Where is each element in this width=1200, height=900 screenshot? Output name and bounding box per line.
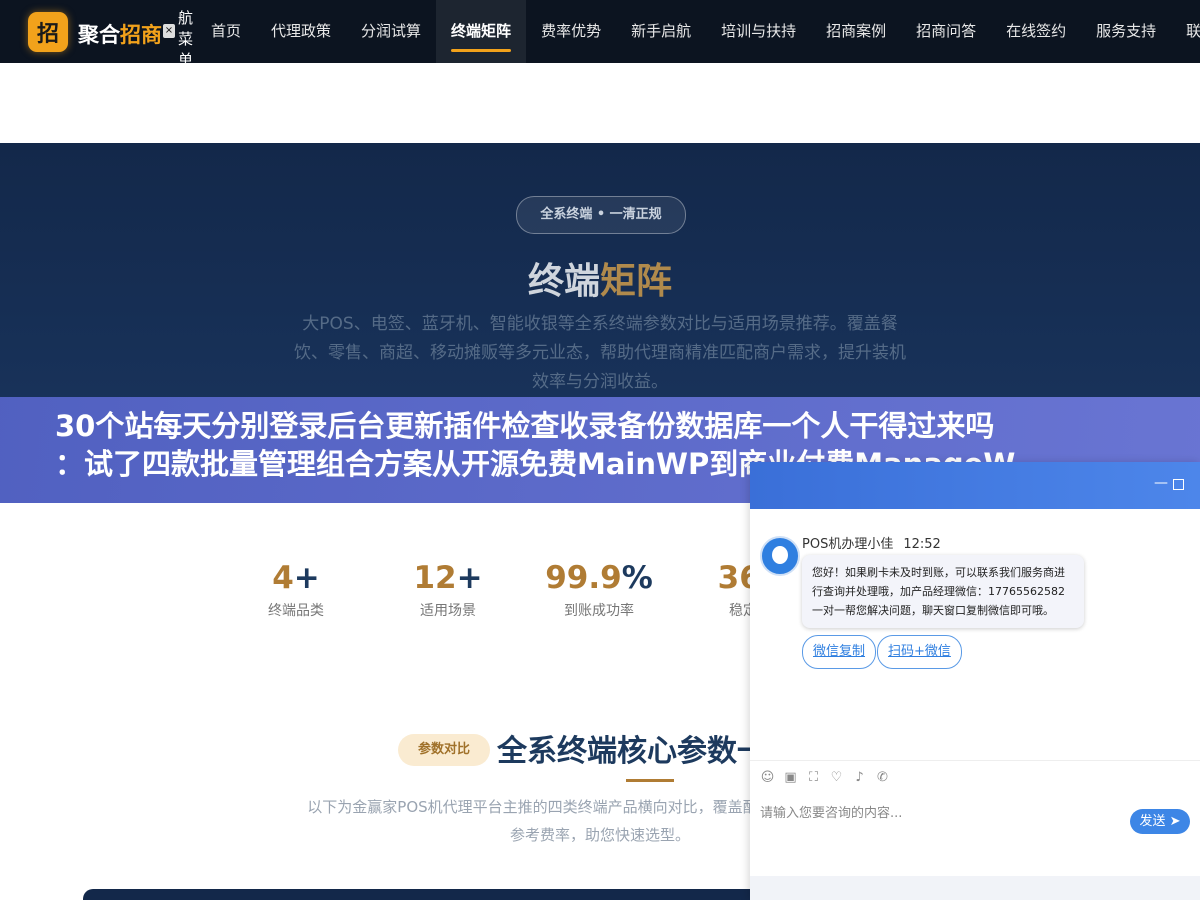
menu-item-terminal-matrix[interactable]: 终端矩阵 [436,0,527,63]
menu-item-contact[interactable]: 联系 [1171,0,1200,63]
agent-meta: POS机办理小佳 12:52 [802,533,941,552]
chat-header: — [750,462,1200,509]
send-button[interactable]: 发送 ➤ [1130,809,1190,834]
menu-item-rate-advantage[interactable]: 费率优势 [526,0,616,63]
menu-item-profit-calc[interactable]: 分润试算 [346,0,436,63]
menu-item-home[interactable]: 首页 [196,0,256,63]
chat-message-bubble: 您好！如果刷卡未及时到账，可以联系我们服务商进行查询并处理哦，加产品经理微信：1… [802,555,1084,628]
menu-item-cases[interactable]: 招商案例 [811,0,901,63]
section-title: 全系终端核心参数一 [497,734,767,769]
stat-value: 4 [272,560,294,596]
menu-item-newbie[interactable]: 新手启航 [616,0,706,63]
stat-value: 12 [413,560,457,596]
agent-avatar [760,536,800,576]
rating-icon[interactable]: ♡ [829,770,844,785]
voice-icon[interactable]: ♪ [852,770,867,785]
menu-toggle-label[interactable]: 航菜单 [178,8,196,63]
logo-text[interactable]: 聚合招商 [78,19,162,49]
hero-title-accent: 矩阵 [600,261,673,302]
send-icon: ➤ [1169,814,1181,829]
main-menu: 首页 代理政策 分润试算 终端矩阵 费率优势 新手启航 培训与扶持 招商案例 招… [196,0,1200,63]
chat-divider [750,760,1200,761]
logo-mark: 招 [36,22,59,47]
agent-name: POS机办理小佳 [802,537,894,552]
chat-widget: — POS机办理小佳 12:52 您好！如果刷卡未及时到账，可以联系我们服务商进行… [750,462,1200,900]
logo-icon[interactable]: 招 [28,12,68,52]
stat-suffix: + [456,560,483,596]
banner-line-1: 30个站每天分别登录后台更新插件检查收录备份数据库一个人干得过来吗 [55,409,995,443]
message-time: 12:52 [903,537,941,552]
menu-item-training[interactable]: 培训与扶持 [706,0,811,63]
image-icon[interactable]: ▣ [783,770,798,785]
section-divider [626,779,674,782]
comparison-table-header [83,889,843,900]
emoji-icon[interactable]: ☺ [760,770,775,785]
stat-suffix: + [293,560,320,596]
close-icon[interactable]: × [163,24,175,38]
top-navbar: 招 聚合招商 × 航菜单 首页 代理政策 分润试算 终端矩阵 费率优势 新手启航… [0,0,1200,63]
menu-item-faq[interactable]: 招商问答 [901,0,991,63]
wechat-icon[interactable]: ✆ [875,770,890,785]
maximize-icon[interactable] [1173,479,1184,490]
stat-label: 适用场景 [420,603,476,619]
stat-scenarios: 12+ 适用场景 [378,560,518,620]
chat-toolbar: ☺ ▣ ⛶ ♡ ♪ ✆ [760,770,890,785]
minimize-icon[interactable]: — [1154,475,1168,491]
stat-label: 终端品类 [268,603,324,619]
copy-wechat-button[interactable]: 微信复制 [802,635,877,669]
stat-value: 99.9 [545,560,622,596]
screenshot-icon[interactable]: ⛶ [806,770,821,785]
send-label: 发送 [1139,814,1166,829]
hero-description: 大POS、电签、蓝牙机、智能收银等全系终端参数对比与适用场景推荐。覆盖餐饮、零售… [294,314,906,392]
hero-title: 终端矩阵 [0,252,1200,304]
hero-title-main: 终端 [527,261,600,302]
logo-main: 聚合 [78,23,120,47]
stat-terminal-types: 4+ 终端品类 [226,560,366,620]
chat-footer [750,876,1200,900]
stat-success-rate: 99.9% 到账成功率 [529,560,669,620]
hero-pill-badge: 全系终端 • 一清正规 [516,196,686,234]
scan-wechat-button[interactable]: 扫码+微信 [877,635,962,669]
menu-item-signup[interactable]: 在线签约 [991,0,1081,63]
logo-accent: 招商 [120,23,162,47]
section-tag: 参数对比 [398,734,490,766]
stat-suffix: % [621,560,653,596]
menu-item-support[interactable]: 服务支持 [1081,0,1171,63]
chat-input[interactable]: 请输入您要咨询的内容... [760,802,902,821]
menu-item-agent-policy[interactable]: 代理政策 [256,0,346,63]
stat-label: 到账成功率 [564,603,634,619]
